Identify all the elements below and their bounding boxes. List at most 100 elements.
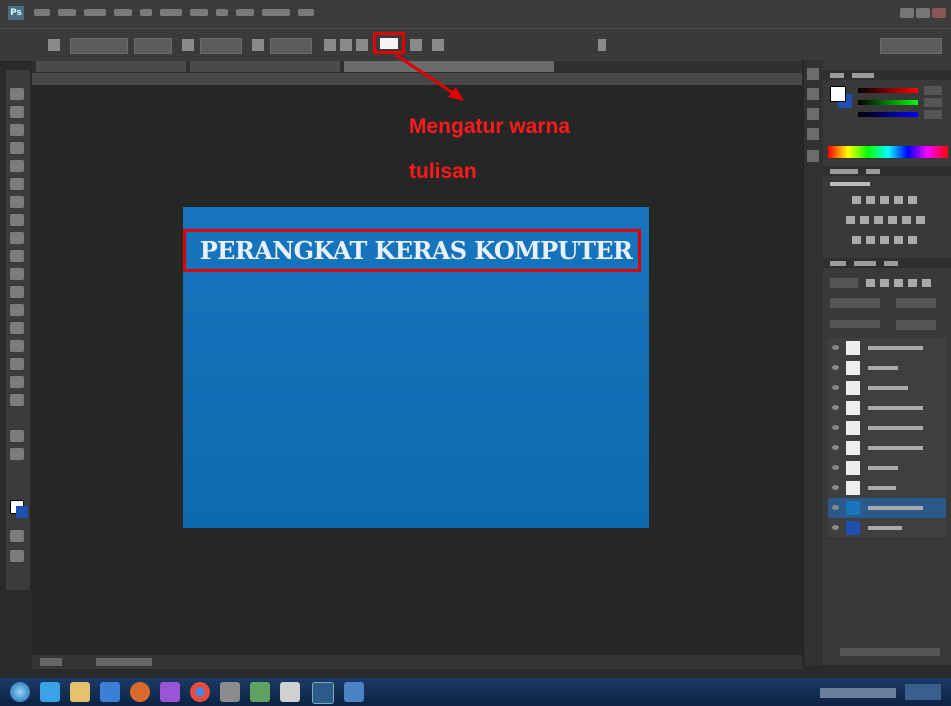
shape-tool-icon[interactable] — [10, 394, 24, 406]
zoom-tool-icon[interactable] — [10, 448, 24, 460]
menu-item[interactable] — [34, 9, 50, 16]
brush-panel-icon[interactable] — [807, 150, 819, 162]
blue-value-field[interactable] — [924, 110, 942, 119]
menu-item[interactable] — [262, 9, 290, 16]
red-value-field[interactable] — [924, 86, 942, 95]
layer-row[interactable] — [828, 338, 946, 359]
text-tool-icon[interactable] — [48, 39, 60, 51]
path-select-tool-icon[interactable] — [10, 376, 24, 388]
zoom-level-field[interactable] — [40, 658, 62, 666]
move-tool-icon[interactable] — [10, 88, 24, 100]
curves-icon[interactable] — [880, 196, 889, 204]
font-family-select[interactable] — [70, 38, 128, 54]
font-size-field[interactable] — [200, 38, 242, 54]
color-spectrum-bar[interactable] — [828, 146, 948, 158]
close-icon[interactable] — [932, 8, 946, 18]
eye-icon[interactable] — [832, 365, 839, 370]
layer-row[interactable] — [828, 398, 946, 419]
quick-mask-icon[interactable] — [10, 530, 24, 542]
paragraph-panel-icon[interactable] — [807, 128, 819, 140]
fill-field[interactable] — [896, 320, 936, 330]
layer-name[interactable] — [868, 526, 902, 530]
tab-channels[interactable] — [854, 261, 876, 266]
layer-row[interactable] — [828, 518, 946, 539]
menu-item[interactable] — [236, 9, 254, 16]
gradient-map-icon[interactable] — [894, 236, 903, 244]
dodge-tool-icon[interactable] — [10, 322, 24, 334]
eye-icon[interactable] — [832, 425, 839, 430]
posterize-icon[interactable] — [866, 236, 875, 244]
screen-mode-icon[interactable] — [10, 550, 24, 562]
history-brush-tool-icon[interactable] — [10, 250, 24, 262]
tab-swatches[interactable] — [852, 73, 874, 78]
eye-icon[interactable] — [832, 445, 839, 450]
blue-slider[interactable] — [858, 112, 918, 117]
layer-name[interactable] — [868, 406, 923, 410]
character-panel-icon[interactable] — [807, 108, 819, 120]
threshold-icon[interactable] — [880, 236, 889, 244]
layer-name[interactable] — [868, 466, 898, 470]
filter-smart-object-icon[interactable] — [922, 279, 931, 287]
vibrance-icon[interactable] — [908, 196, 917, 204]
history-panel-icon[interactable] — [807, 68, 819, 80]
color-lookup-icon[interactable] — [916, 216, 925, 224]
layers-footer-icons[interactable] — [840, 648, 940, 656]
menu-item[interactable] — [190, 9, 208, 16]
tray-clock[interactable] — [905, 684, 941, 700]
stamp-tool-icon[interactable] — [10, 232, 24, 244]
internet-explorer-icon[interactable] — [40, 682, 60, 702]
eye-icon[interactable] — [832, 345, 839, 350]
eye-icon[interactable] — [832, 405, 839, 410]
tab-styles[interactable] — [866, 169, 880, 174]
pen-tool-icon[interactable] — [10, 340, 24, 352]
layer-row[interactable] — [828, 478, 946, 499]
background-color-icon[interactable] — [16, 506, 28, 518]
start-orb-icon[interactable] — [10, 682, 30, 702]
menu-item[interactable] — [58, 9, 76, 16]
document-info[interactable] — [96, 658, 152, 666]
tab-layers[interactable] — [830, 261, 846, 266]
quick-select-tool-icon[interactable] — [10, 142, 24, 154]
eye-icon[interactable] — [832, 525, 839, 530]
system-tray-icons[interactable] — [820, 688, 896, 698]
layer-name[interactable] — [868, 426, 923, 430]
lock-icons-row[interactable] — [830, 320, 880, 328]
black-white-icon[interactable] — [874, 216, 883, 224]
tab-document[interactable] — [190, 61, 340, 72]
brightness-icon[interactable] — [852, 196, 861, 204]
align-center-icon[interactable] — [340, 39, 352, 51]
app-icon[interactable] — [220, 682, 240, 702]
color-balance-icon[interactable] — [860, 216, 869, 224]
marquee-tool-icon[interactable] — [10, 106, 24, 118]
gradient-tool-icon[interactable] — [10, 286, 24, 298]
firefox-icon[interactable] — [130, 682, 150, 702]
hue-saturation-icon[interactable] — [846, 216, 855, 224]
tab-document[interactable] — [36, 61, 186, 72]
eye-icon[interactable] — [832, 385, 839, 390]
menu-item[interactable] — [160, 9, 182, 16]
menu-item[interactable] — [84, 9, 106, 16]
brush-tool-icon[interactable] — [10, 214, 24, 226]
eraser-tool-icon[interactable] — [10, 268, 24, 280]
app-icon[interactable] — [160, 682, 180, 702]
maximize-icon[interactable] — [916, 8, 930, 18]
tab-paths[interactable] — [884, 261, 898, 266]
chrome-icon[interactable] — [190, 682, 210, 702]
layer-name[interactable] — [868, 386, 908, 390]
layer-row[interactable] — [828, 458, 946, 479]
tab-color[interactable] — [830, 73, 844, 78]
type-tool-icon[interactable] — [10, 358, 24, 370]
align-right-icon[interactable] — [356, 39, 368, 51]
app-icon[interactable] — [250, 682, 270, 702]
opacity-field[interactable] — [896, 298, 936, 308]
invert-icon[interactable] — [852, 236, 861, 244]
layer-name[interactable] — [868, 346, 923, 350]
layer-row[interactable] — [828, 378, 946, 399]
menu-item[interactable] — [114, 9, 132, 16]
lasso-tool-icon[interactable] — [10, 124, 24, 136]
file-explorer-icon[interactable] — [70, 682, 90, 702]
hand-tool-icon[interactable] — [10, 430, 24, 442]
eyedropper-tool-icon[interactable] — [10, 178, 24, 190]
green-slider[interactable] — [858, 100, 918, 105]
panel-foreground-swatch[interactable] — [830, 86, 846, 102]
